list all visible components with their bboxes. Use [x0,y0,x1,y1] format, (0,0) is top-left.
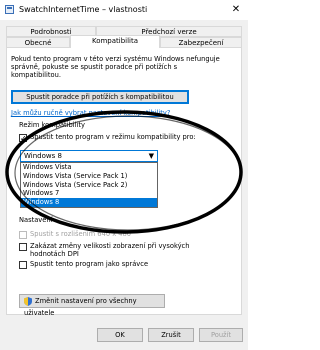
os-option-vista-sp1[interactable]: Windows Vista (Service Pack 1) [21,172,157,181]
ok-button[interactable]: OK [97,328,143,342]
uac-shield-icon [24,296,32,306]
os-option-vista-sp2[interactable]: Windows Vista (Service Pack 2) [21,181,157,190]
os-select-value: Windows 8 [24,152,62,160]
close-button[interactable]: ✕ [228,3,244,17]
settings-group-title: Nastavení [19,216,53,224]
intro-line-3: kompatibilitou. [11,71,61,79]
os-select[interactable]: Windows 8 ▼ [20,150,158,162]
compat-mode-group-title: Režim kompatibility [19,121,85,129]
manual-settings-link[interactable]: Jak můžu ručně vybrat nastavení kompatib… [11,109,170,117]
os-option-vista[interactable]: Windows Vista [21,163,157,172]
dpi-checkbox[interactable] [19,243,27,251]
resolution-checkbox[interactable] [19,231,27,239]
run-compat-checkbox[interactable]: ✓ [19,134,27,143]
intro-line-2: správně, pokuste se spustit poradce při … [11,63,178,71]
dpi-label-line-1: Zakázat změny velikosti zobrazení při vy… [30,242,190,250]
run-compat-label: Spustit tento program v režimu kompatibi… [30,133,196,141]
troubleshoot-button[interactable]: Spustit poradce při potížích s kompatibi… [11,90,189,104]
intro-line-1: Pokud tento program v této verzi systému… [11,55,220,63]
change-all-users-label: Změnit nastavení pro všechny uživatele [24,297,137,317]
os-option-win7[interactable]: Windows 7 [21,189,157,198]
admin-checkbox[interactable] [19,261,27,269]
resolution-label: Spustit s rozlišením 640 x 480 [30,230,132,238]
admin-label: Spustit tento program jako správce [30,260,149,268]
dpi-label-line-2: hodnotách DPI [30,250,79,258]
cancel-button[interactable]: Zrušit [148,328,194,342]
app-icon [5,5,14,14]
chevron-down-icon: ▼ [148,152,154,160]
tab-kompatibilita[interactable]: Kompatibilita [70,35,160,48]
apply-button[interactable]: Použít [199,328,243,342]
os-option-win8[interactable]: Windows 8 [21,198,157,207]
title-bar: SwatchInternetTime – vlastnosti ✕ [0,0,248,20]
change-all-users-button[interactable]: Změnit nastavení pro všechny uživatele [19,294,165,317]
window-title: SwatchInternetTime – vlastnosti [19,5,148,14]
os-dropdown-list: Windows Vista Windows Vista (Service Pac… [20,162,158,208]
